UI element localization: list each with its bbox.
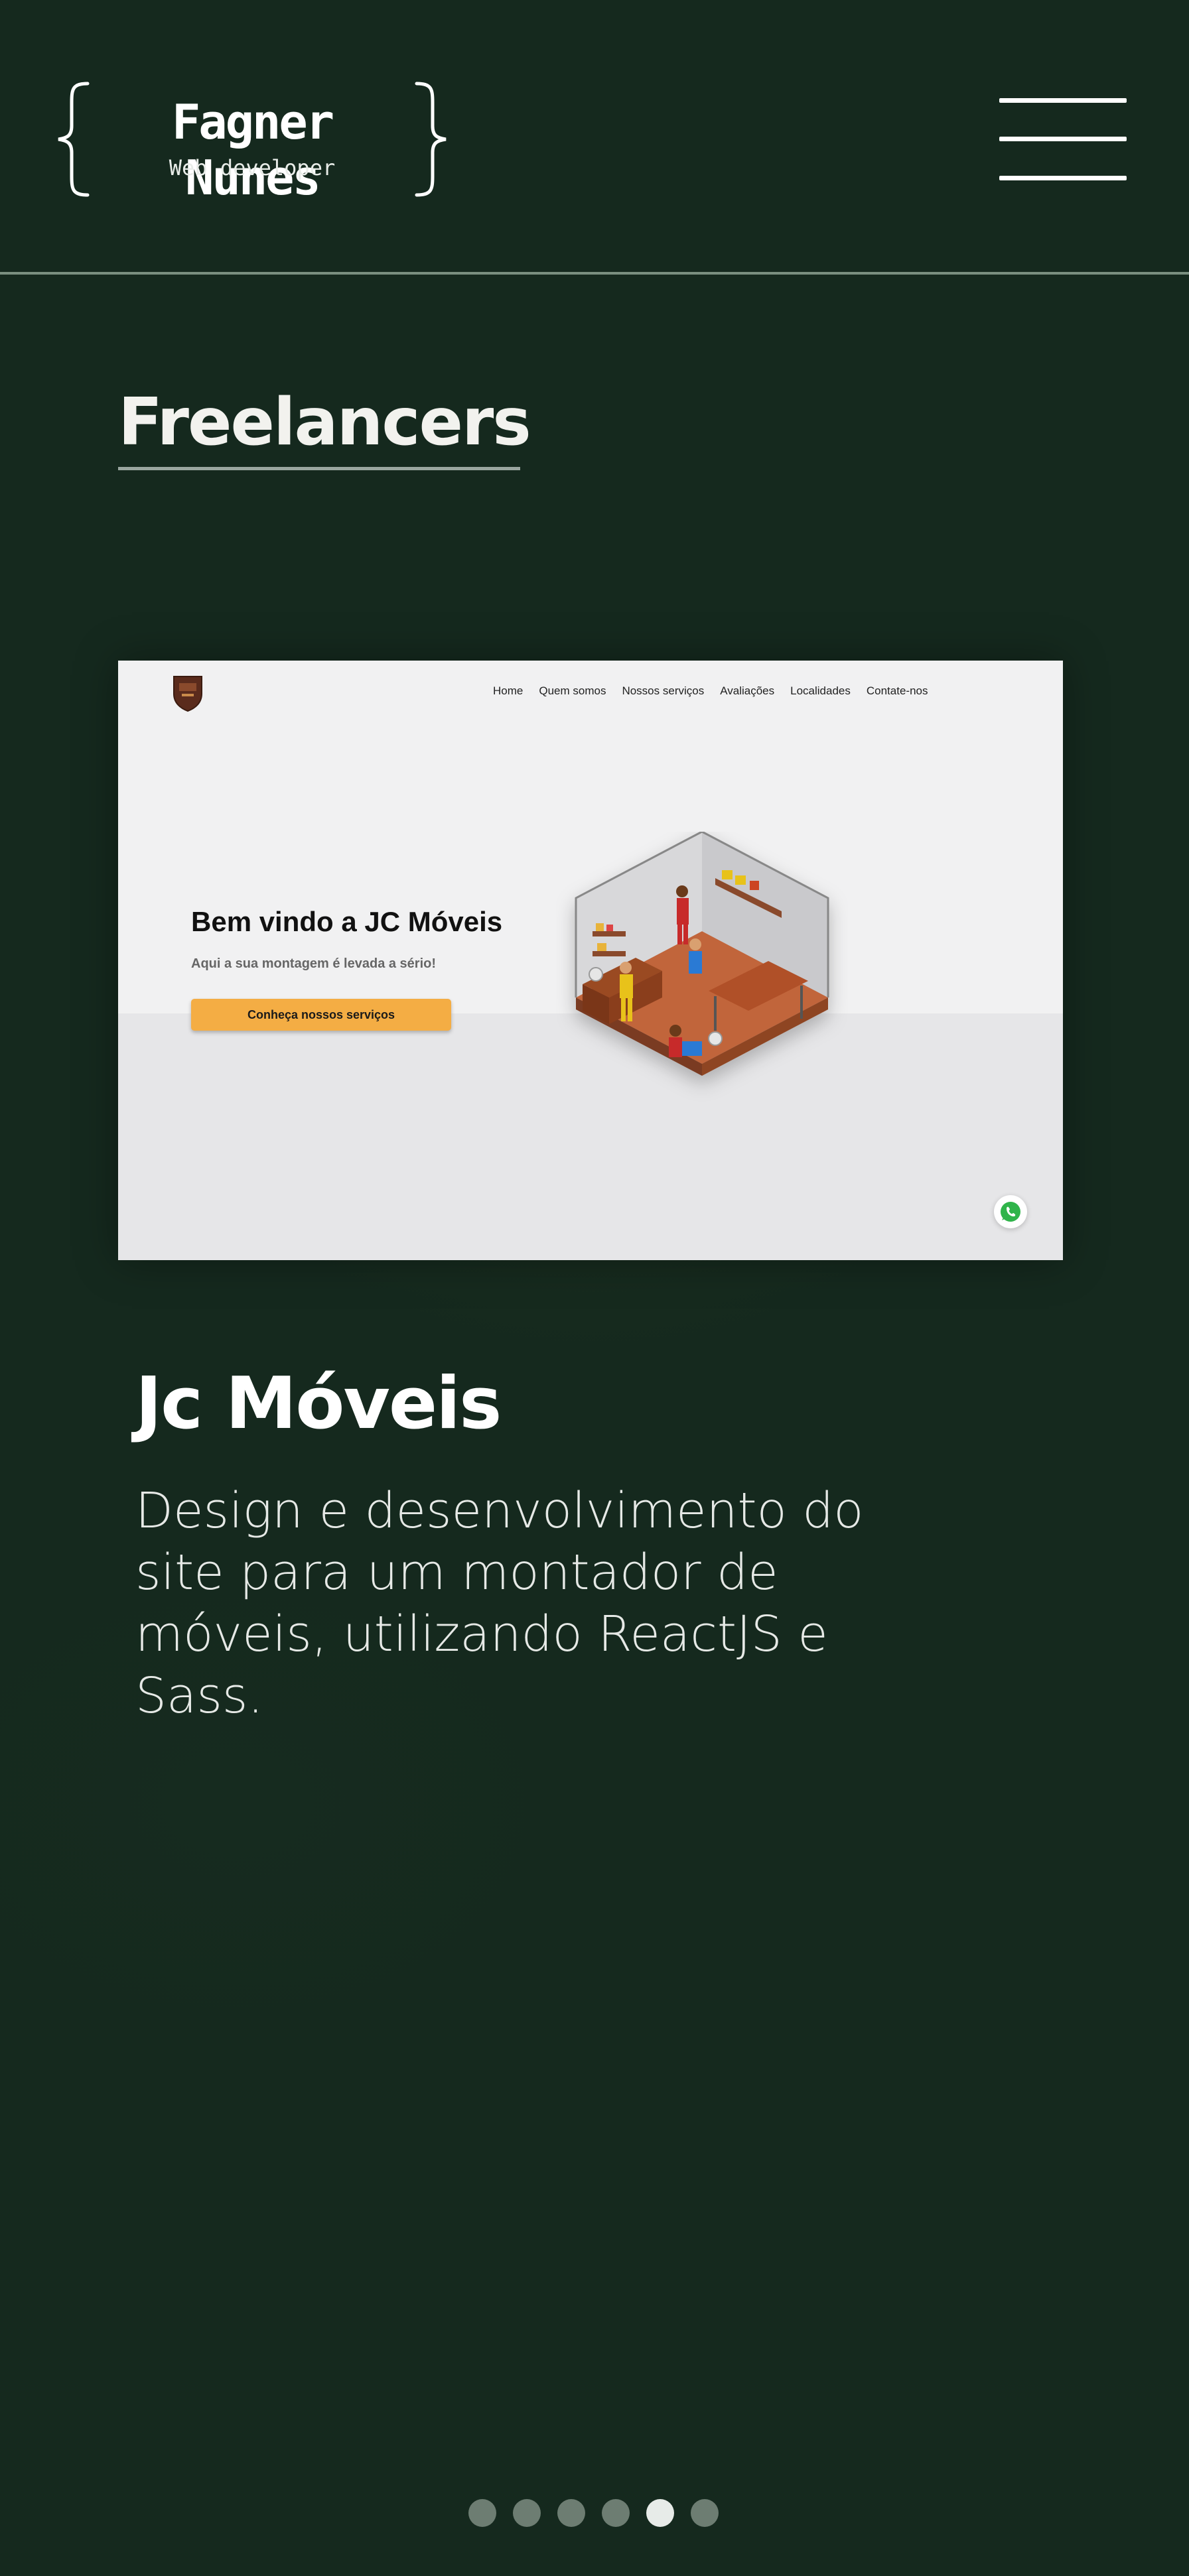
menu-line — [999, 137, 1127, 141]
right-brace-icon — [415, 82, 447, 197]
logo-name: Fagner Nunes — [171, 94, 334, 206]
preview-subtitle: Aqui a sua montagem é levada a sério! — [191, 956, 437, 971]
preview-nav-item-localidades[interactable]: Localidades — [790, 684, 851, 698]
jc-moveis-logo-icon — [173, 676, 202, 712]
section-title: Freelancers — [118, 385, 531, 460]
menu-line — [999, 176, 1127, 180]
carousel-dot-4[interactable] — [602, 2499, 630, 2527]
preview-nav-item-servicos[interactable]: Nossos serviços — [622, 684, 704, 698]
section-underline — [118, 467, 520, 470]
carousel-dot-5-active[interactable] — [646, 2499, 674, 2527]
preview-nav: Home Quem somos Nossos serviços Avaliaçõ… — [493, 684, 928, 698]
carousel-dot-2[interactable] — [513, 2499, 541, 2527]
carousel-dot-1[interactable] — [468, 2499, 496, 2527]
preview-nav-item-contato[interactable]: Contate-nos — [867, 684, 928, 698]
preview-heading: Bem vindo a JC Móveis — [191, 906, 503, 937]
project-preview-image[interactable]: Home Quem somos Nossos serviços Avaliaçõ… — [118, 661, 1063, 1260]
carousel-dot-6[interactable] — [691, 2499, 719, 2527]
preview-nav-item-quem-somos[interactable]: Quem somos — [539, 684, 606, 698]
workshop-illustration — [575, 832, 829, 1076]
carousel-dot-3[interactable] — [557, 2499, 585, 2527]
preview-nav-item-avaliacoes[interactable]: Avaliações — [720, 684, 774, 698]
carousel-pagination — [468, 2499, 719, 2527]
whatsapp-glyph-icon — [1001, 1202, 1020, 1222]
site-logo[interactable]: Fagner Nunes Web developer — [53, 80, 451, 206]
preview-nav-item-home[interactable]: Home — [493, 684, 523, 698]
site-header: Fagner Nunes Web developer — [0, 0, 1189, 275]
menu-line — [999, 98, 1127, 103]
logo-subtitle: Web developer — [169, 155, 336, 180]
whatsapp-icon[interactable] — [994, 1195, 1027, 1228]
left-brace-icon — [58, 82, 90, 197]
preview-cta-button[interactable]: Conheça nossos serviços — [191, 999, 451, 1031]
hamburger-menu-icon[interactable] — [999, 98, 1127, 180]
project-description: Design e desenvolvimento do site para um… — [135, 1482, 864, 1724]
project-name: Jc Móveis — [135, 1362, 502, 1445]
